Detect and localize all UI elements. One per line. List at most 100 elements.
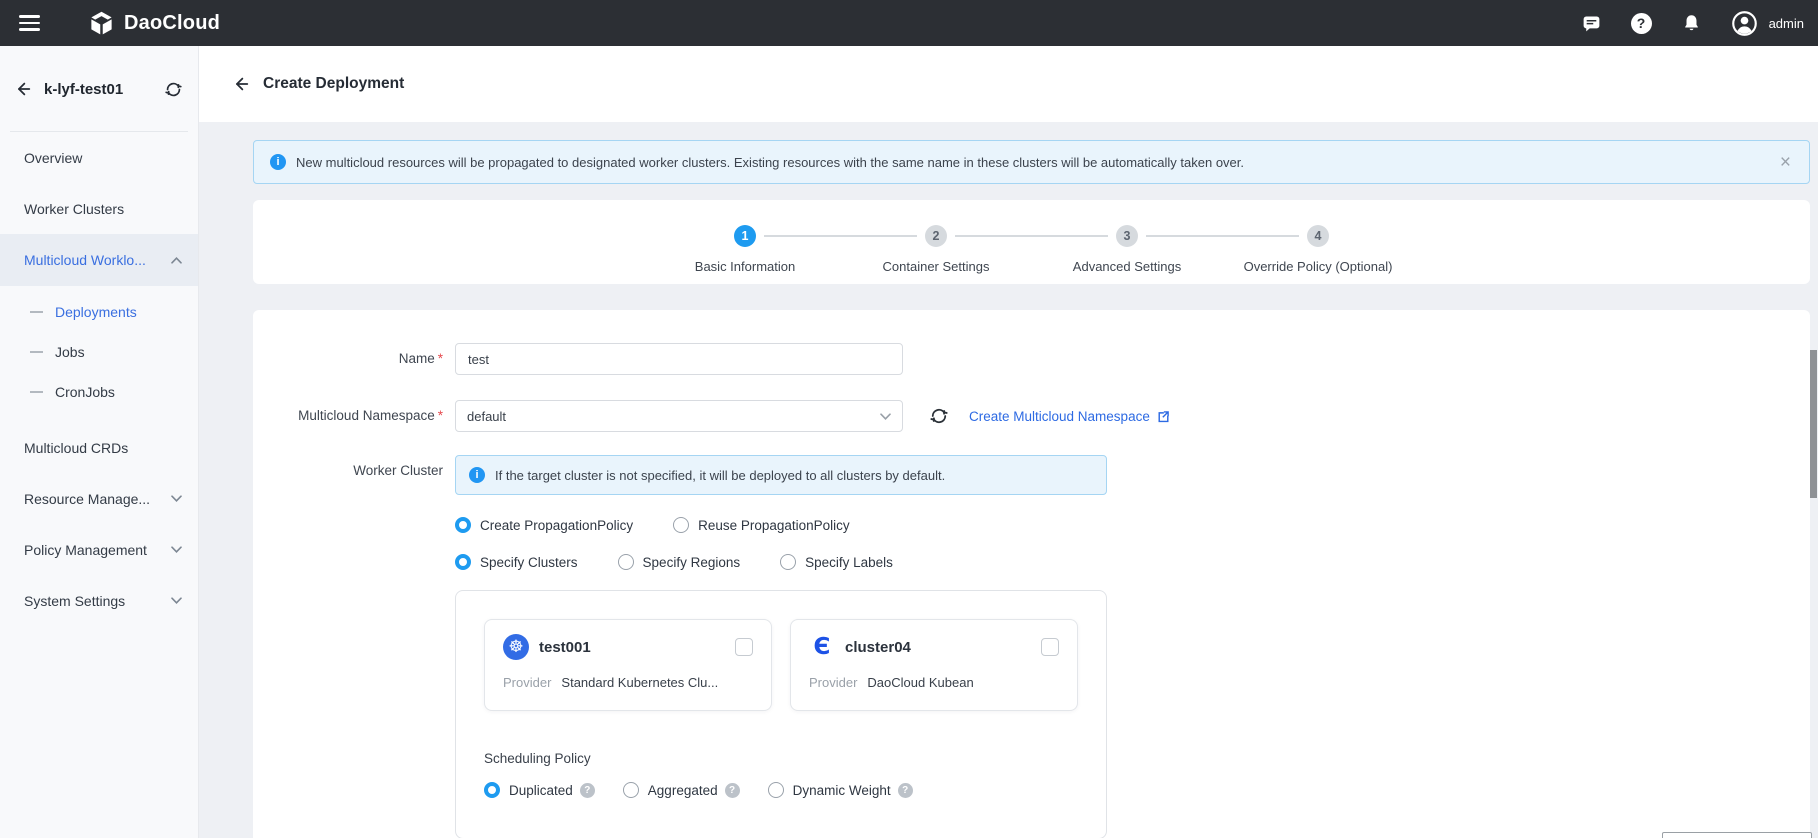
sidebar-item-cronjobs[interactable]: CronJobs	[0, 372, 198, 412]
dash-icon	[30, 311, 43, 313]
chat-icon	[1581, 13, 1602, 34]
namespace-refresh-button[interactable]	[927, 404, 951, 428]
create-namespace-link[interactable]: Create Multicloud Namespace	[969, 409, 1171, 424]
step-number: 4	[1307, 225, 1329, 247]
kubernetes-icon: ☸	[503, 634, 529, 660]
step-number: 2	[925, 225, 947, 247]
stepper: 1 Basic Information 2 Container Settings…	[650, 200, 1414, 284]
radio-label: Aggregated	[648, 783, 718, 798]
radio-icon	[673, 517, 689, 533]
name-label: Name	[399, 351, 435, 366]
sidebar-item-label: Jobs	[55, 344, 85, 360]
help-button[interactable]: ?	[1631, 13, 1652, 34]
cluster-name: test001	[539, 639, 591, 656]
sidebar-item-policy-management[interactable]: Policy Management	[0, 524, 198, 575]
page-back-button[interactable]	[232, 75, 250, 93]
sidebar-item-overview[interactable]: Overview	[0, 132, 198, 183]
cluster-card-test001[interactable]: ☸ test001 Provider Standard Kubernetes C…	[484, 619, 772, 711]
radio-reuse-propagationpolicy[interactable]: Reuse PropagationPolicy	[673, 517, 850, 533]
cluster-name: cluster04	[845, 639, 911, 656]
radio-specify-regions[interactable]: Specify Regions	[618, 554, 741, 570]
sidebar-item-label: Overview	[24, 150, 82, 166]
sidebar-item-label: Worker Clusters	[24, 201, 124, 217]
top-bar: DaoCloud ?	[0, 0, 1818, 46]
radio-specify-clusters[interactable]: Specify Clusters	[455, 554, 578, 570]
chevron-down-icon	[171, 546, 182, 553]
workspace-header: k-lyf-test01	[0, 46, 198, 132]
name-input[interactable]	[455, 343, 903, 375]
workspace-name: k-lyf-test01	[44, 81, 162, 98]
sidebar: k-lyf-test01 Overview Worker Clusters Mu…	[0, 46, 199, 838]
menu-toggle-button[interactable]	[16, 8, 50, 38]
namespace-label: Multicloud Namespace	[298, 408, 435, 423]
notifications-button[interactable]	[1681, 13, 1702, 34]
step-container-settings: 2 Container Settings	[841, 225, 1032, 284]
step-label: Basic Information	[695, 259, 795, 274]
sidebar-item-worker-clusters[interactable]: Worker Clusters	[0, 183, 198, 234]
radio-icon	[768, 782, 784, 798]
radio-label: Duplicated	[509, 783, 573, 798]
sidebar-item-multicloud-workloads[interactable]: Multicloud Worklo...	[0, 234, 198, 286]
brand-name: DaoCloud	[124, 12, 220, 35]
sidebar-item-label: CronJobs	[55, 384, 115, 400]
workspace-switch-button[interactable]	[162, 78, 185, 101]
cluster-checkbox[interactable]	[735, 638, 753, 656]
help-icon[interactable]: ?	[725, 783, 740, 798]
radio-aggregated[interactable]: Aggregated ?	[623, 782, 740, 798]
messages-button[interactable]	[1581, 13, 1602, 34]
radio-create-propagationpolicy[interactable]: Create PropagationPolicy	[455, 517, 633, 533]
vertical-scrollbar[interactable]	[1810, 350, 1817, 498]
brand: DaoCloud	[88, 10, 220, 37]
step-label: Override Policy (Optional)	[1244, 259, 1393, 274]
sidebar-item-multicloud-crds[interactable]: Multicloud CRDs	[0, 422, 198, 473]
help-icon[interactable]: ?	[580, 783, 595, 798]
radio-label: Specify Regions	[643, 555, 741, 570]
sidebar-item-jobs[interactable]: Jobs	[0, 332, 198, 372]
radio-label: Create PropagationPolicy	[480, 518, 633, 533]
banner-text: New multicloud resources will be propaga…	[296, 155, 1244, 170]
radio-selected-icon	[455, 554, 471, 570]
cluster-card-cluster04[interactable]: Є cluster04 Provider DaoCloud Kubean	[790, 619, 1078, 711]
bell-icon	[1681, 13, 1702, 34]
provider-label: Provider	[809, 675, 857, 690]
create-namespace-link-label: Create Multicloud Namespace	[969, 409, 1150, 424]
sidebar-item-resource-management[interactable]: Resource Manage...	[0, 473, 198, 524]
radio-icon	[623, 782, 639, 798]
radio-duplicated[interactable]: Duplicated ?	[484, 782, 595, 798]
dash-icon	[30, 391, 43, 393]
dash-icon	[30, 351, 43, 353]
info-banner: i New multicloud resources will be propa…	[253, 140, 1810, 184]
user-menu-button[interactable]	[1731, 10, 1758, 37]
banner-close-button[interactable]: ×	[1778, 153, 1793, 172]
step-number: 3	[1116, 225, 1138, 247]
help-icon[interactable]: ?	[898, 783, 913, 798]
avatar	[1731, 10, 1758, 37]
step-override-policy: 4 Override Policy (Optional)	[1223, 225, 1414, 284]
sidebar-item-deployments[interactable]: Deployments	[0, 292, 198, 332]
name-row: Name*	[253, 343, 1810, 375]
radio-selected-icon	[484, 782, 500, 798]
step-label: Advanced Settings	[1073, 259, 1181, 274]
info-icon: i	[270, 154, 286, 170]
username: admin	[1769, 16, 1804, 31]
stepper-panel: 1 Basic Information 2 Container Settings…	[253, 200, 1810, 284]
sidebar-item-system-settings[interactable]: System Settings	[0, 575, 198, 626]
radio-label: Dynamic Weight	[793, 783, 891, 798]
required-mark: *	[438, 351, 443, 366]
step-label: Container Settings	[883, 259, 990, 274]
workspace-back-button[interactable]	[12, 78, 34, 100]
target-options: Specify Clusters Specify Regions Specify…	[455, 554, 1107, 570]
sidebar-item-label: Multicloud Worklo...	[24, 252, 146, 268]
cluster-checkbox[interactable]	[1041, 638, 1059, 656]
sidebar-item-label: System Settings	[24, 593, 125, 609]
cluster-selection-box: ☸ test001 Provider Standard Kubernetes C…	[455, 590, 1107, 838]
radio-specify-labels[interactable]: Specify Labels	[780, 554, 893, 570]
question-icon: ?	[1631, 13, 1652, 34]
namespace-select[interactable]: default	[455, 400, 903, 432]
radio-dynamic-weight[interactable]: Dynamic Weight ?	[768, 782, 913, 798]
sidebar-item-label: Multicloud CRDs	[24, 440, 128, 456]
page-header: Create Deployment	[199, 46, 1818, 122]
radio-label: Specify Labels	[805, 555, 893, 570]
kubean-icon: Є	[809, 634, 835, 660]
provider-value: Standard Kubernetes Clu...	[561, 675, 718, 690]
